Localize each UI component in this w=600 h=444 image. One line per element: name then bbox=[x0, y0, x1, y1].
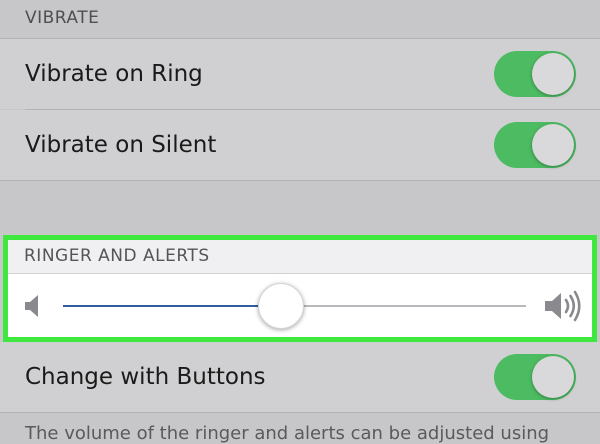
vibrate-on-silent-row: Vibrate on Silent bbox=[0, 110, 600, 180]
ringer-volume-slider[interactable] bbox=[63, 282, 526, 329]
toggle-knob bbox=[532, 53, 574, 95]
ringer-and-alerts-header-bar: RINGER AND ALERTS bbox=[8, 240, 592, 274]
change-with-buttons-label: Change with Buttons bbox=[25, 364, 266, 390]
toggle-knob bbox=[532, 356, 574, 398]
vibrate-on-silent-toggle[interactable] bbox=[494, 122, 576, 168]
speaker-low-icon bbox=[25, 294, 38, 317]
vibrate-on-ring-toggle[interactable] bbox=[494, 51, 576, 97]
speaker-high-icon bbox=[545, 290, 581, 321]
ringer-volume-slider-row bbox=[8, 274, 592, 337]
change-with-buttons-toggle[interactable] bbox=[494, 354, 576, 400]
vibrate-on-ring-label: Vibrate on Ring bbox=[25, 61, 203, 87]
vibrate-section-header: VIBRATE bbox=[25, 8, 100, 28]
slider-fill bbox=[63, 304, 281, 307]
ringer-and-alerts-highlight: RINGER AND ALERTS bbox=[3, 235, 597, 342]
divider bbox=[0, 412, 600, 413]
slider-thumb[interactable] bbox=[257, 282, 304, 329]
vibrate-on-ring-row: Vibrate on Ring bbox=[0, 39, 600, 109]
ringer-and-alerts-header: RINGER AND ALERTS bbox=[24, 246, 210, 266]
ringer-footer-note: The volume of the ringer and alerts can … bbox=[25, 423, 550, 444]
divider bbox=[0, 180, 600, 181]
vibrate-on-silent-label: Vibrate on Silent bbox=[25, 132, 217, 158]
toggle-knob bbox=[532, 124, 574, 166]
change-with-buttons-row: Change with Buttons bbox=[0, 342, 600, 412]
